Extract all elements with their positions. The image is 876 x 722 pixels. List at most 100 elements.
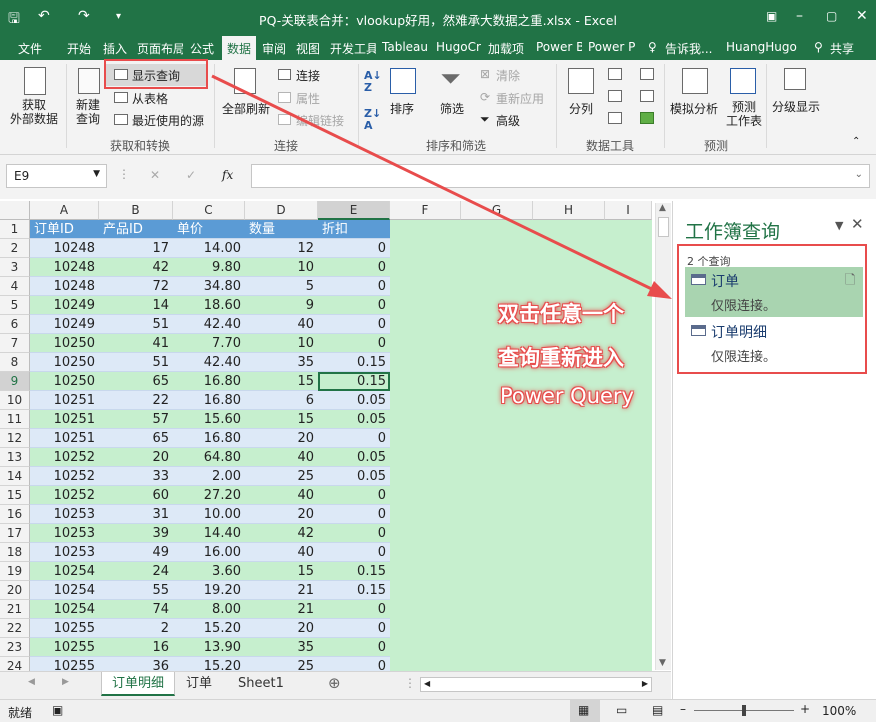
table-cell[interactable]: 10249 (30, 296, 99, 315)
what-if-analysis-button[interactable]: 模拟分析 (670, 100, 718, 117)
table-cell[interactable]: 3.60 (173, 562, 245, 581)
table-cell[interactable]: 16 (99, 638, 173, 657)
tab-power-bi[interactable]: Power B (536, 40, 582, 54)
share-button[interactable]: 共享 (830, 40, 854, 57)
normal-view-icon[interactable]: ▦ (578, 703, 589, 717)
maximize-icon[interactable]: ▢ (826, 9, 837, 23)
zoom-in-icon[interactable]: + (800, 702, 810, 716)
consolidate-icon[interactable] (640, 68, 654, 80)
table-cell[interactable]: 0.15 (318, 562, 390, 581)
table-cell[interactable]: 25 (245, 657, 318, 671)
row-header[interactable]: 6 (0, 315, 30, 334)
table-cell[interactable]: 10248 (30, 277, 99, 296)
table-cell[interactable]: 20 (245, 619, 318, 638)
table-cell[interactable]: 10250 (30, 353, 99, 372)
row-header[interactable]: 16 (0, 505, 30, 524)
table-cell[interactable]: 10248 (30, 258, 99, 277)
table-cell[interactable]: 0 (318, 277, 390, 296)
table-cell[interactable]: 40 (245, 543, 318, 562)
query-item-order-details[interactable]: 订单明细 仅限连接。 (685, 318, 863, 368)
row-header[interactable]: 4 (0, 277, 30, 296)
column-header[interactable]: I (605, 201, 652, 220)
tab-power-pivot[interactable]: Power P (588, 40, 636, 54)
table-cell[interactable]: 24 (99, 562, 173, 581)
table-cell[interactable]: 9 (245, 296, 318, 315)
table-cell[interactable]: 35 (245, 638, 318, 657)
table-cell[interactable]: 15 (245, 410, 318, 429)
table-cell[interactable]: 0 (318, 657, 390, 671)
sort-za-icon[interactable]: Z↓ A (364, 108, 381, 132)
table-cell[interactable]: 14.40 (173, 524, 245, 543)
zoom-out-icon[interactable]: – (680, 702, 686, 716)
tab-home[interactable]: 开始 (67, 40, 91, 57)
sort-az-icon[interactable]: A↓ Z (364, 70, 382, 94)
table-cell[interactable]: 33 (99, 467, 173, 486)
show-queries-button[interactable]: 显示查询 (132, 67, 180, 84)
data-validation-icon[interactable] (608, 112, 622, 124)
table-cell[interactable]: 42.40 (173, 353, 245, 372)
row-header[interactable]: 1 (0, 220, 30, 239)
spreadsheet-grid[interactable]: A B C D E F G H I 1 订单ID 产品ID 单价 数量 折扣 2 10248 17 14.00 12 0… (0, 201, 652, 671)
table-cell[interactable]: 72 (99, 277, 173, 296)
header-cell[interactable]: 订单ID (30, 220, 99, 239)
table-cell[interactable]: 51 (99, 315, 173, 334)
table-cell[interactable]: 17 (99, 239, 173, 258)
name-box[interactable]: E9 ▼ (6, 164, 107, 188)
table-cell[interactable]: 60 (99, 486, 173, 505)
refresh-all-button[interactable]: 全部刷新 (222, 100, 270, 117)
tab-insert[interactable]: 插入 (103, 40, 127, 57)
table-cell[interactable]: 0 (318, 258, 390, 277)
table-cell[interactable]: 10.00 (173, 505, 245, 524)
row-header[interactable]: 22 (0, 619, 30, 638)
table-cell[interactable]: 0 (318, 600, 390, 619)
table-cell[interactable]: 10251 (30, 410, 99, 429)
reapply-button[interactable]: 重新应用 (496, 90, 544, 107)
edit-links-button[interactable]: 编辑链接 (296, 112, 344, 129)
table-cell[interactable]: 0 (318, 334, 390, 353)
table-cell[interactable]: 10253 (30, 505, 99, 524)
recent-sources-button[interactable]: 最近使用的源 (132, 112, 204, 129)
advanced-button[interactable]: 高级 (496, 112, 520, 129)
table-cell[interactable]: 15.20 (173, 657, 245, 671)
sheet-prev-icon[interactable]: ◀ (28, 677, 35, 687)
table-cell[interactable]: 16.80 (173, 372, 245, 391)
row-header[interactable]: 18 (0, 543, 30, 562)
column-header[interactable]: E (318, 201, 390, 220)
table-cell[interactable]: 10251 (30, 429, 99, 448)
table-cell[interactable]: 16.80 (173, 391, 245, 410)
table-cell[interactable]: 42 (99, 258, 173, 277)
table-cell[interactable]: 22 (99, 391, 173, 410)
horizontal-scrollbar[interactable]: ◀ ▶ (420, 677, 652, 692)
table-cell[interactable]: 0.05 (318, 448, 390, 467)
table-cell[interactable]: 10249 (30, 315, 99, 334)
table-cell[interactable]: 0 (318, 315, 390, 334)
ribbon-display-icon[interactable]: ▣ (766, 9, 777, 23)
table-cell[interactable]: 16.80 (173, 429, 245, 448)
table-cell[interactable]: 0 (318, 429, 390, 448)
table-cell[interactable]: 16.00 (173, 543, 245, 562)
zoom-slider-handle[interactable] (742, 705, 746, 716)
column-header[interactable]: F (390, 201, 461, 220)
table-cell[interactable]: 40 (245, 486, 318, 505)
table-cell[interactable]: 14.00 (173, 239, 245, 258)
table-cell[interactable]: 0 (318, 524, 390, 543)
table-cell[interactable]: 40 (245, 448, 318, 467)
row-header[interactable]: 20 (0, 581, 30, 600)
table-cell[interactable]: 39 (99, 524, 173, 543)
header-cell[interactable]: 产品ID (99, 220, 173, 239)
chevron-down-icon[interactable]: ▼ (93, 169, 100, 179)
table-cell[interactable]: 2.00 (173, 467, 245, 486)
table-cell[interactable]: 5 (245, 277, 318, 296)
table-cell[interactable]: 0 (318, 486, 390, 505)
table-cell[interactable]: 20 (245, 429, 318, 448)
table-cell[interactable]: 6 (245, 391, 318, 410)
row-header[interactable]: 14 (0, 467, 30, 486)
query-item-orders[interactable]: 订单 仅限连接。 🗋 (685, 267, 863, 317)
table-cell[interactable]: 35 (245, 353, 318, 372)
table-cell[interactable]: 0.05 (318, 410, 390, 429)
row-header[interactable]: 10 (0, 391, 30, 410)
select-all-corner[interactable] (0, 201, 30, 220)
collapse-ribbon-icon[interactable]: ⌃ (852, 136, 860, 147)
table-cell[interactable]: 0 (318, 296, 390, 315)
manage-data-model-icon[interactable] (640, 112, 654, 124)
